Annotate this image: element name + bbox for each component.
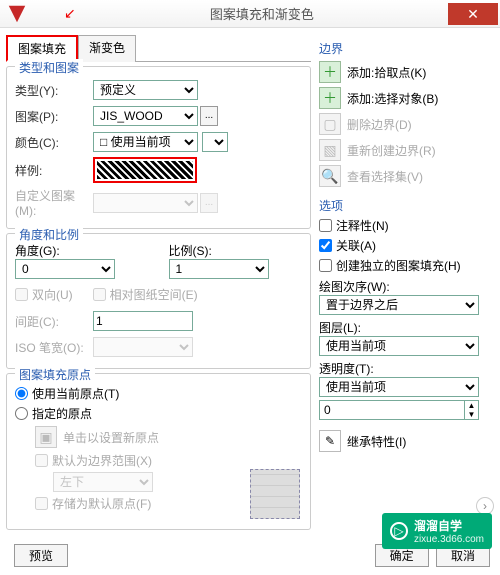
angle-select[interactable]: 0 (15, 259, 115, 279)
add-select-button[interactable]: ＋添加:选择对象(B) (319, 87, 486, 109)
layer-select[interactable]: 使用当前项 (319, 336, 479, 356)
tab-strip: 图案填充 渐变色 (6, 34, 311, 62)
pattern-label: 图案(P): (15, 108, 93, 125)
group-angle-scale: 角度和比例 角度(G): 0 比例(S): 1 双向(U) 相对图纸空间(E) … (6, 233, 311, 369)
inherit-button[interactable]: ✎ 继承特性(I) (319, 430, 486, 452)
close-button[interactable]: ✕ (448, 3, 498, 25)
scale-select[interactable]: 1 (169, 259, 269, 279)
origin-current-radio[interactable]: 使用当前原点(T) (15, 385, 302, 402)
group-type-pattern: 类型和图案 类型(Y): 预定义 图案(P): JIS_WOOD ... 颜色(… (6, 66, 311, 229)
iso-select (93, 337, 193, 357)
custom-label: 自定义图案(M): (15, 187, 93, 218)
transparency-select[interactable]: 使用当前项 (319, 377, 479, 397)
transparency-spinner[interactable]: 0 ▲▼ (319, 400, 479, 420)
associative-checkbox[interactable]: 关联(A) (319, 237, 486, 254)
relative-checkbox: 相对图纸空间(E) (93, 286, 198, 303)
recreate-boundary-button: ▧重新创建边界(R) (319, 139, 486, 161)
independent-hatch-checkbox[interactable]: 创建独立的图案填充(H) (319, 257, 486, 274)
legend-type: 类型和图案 (15, 59, 83, 76)
iso-label: ISO 笔宽(O): (15, 339, 93, 356)
custom-select (93, 193, 198, 213)
tab-hatch[interactable]: 图案填充 (6, 35, 78, 62)
spinner-up-icon[interactable]: ▲ (464, 401, 478, 410)
play-icon: ▷ (390, 522, 408, 540)
watermark: ▷ 溜溜自学 zixue.3d66.com (382, 513, 492, 549)
type-select[interactable]: 预定义 (93, 80, 198, 100)
draworder-label: 绘图次序(W): (319, 278, 486, 295)
add-pick-button[interactable]: ＋添加:拾取点(K) (319, 61, 486, 83)
origin-specified-radio[interactable]: 指定的原点 (15, 405, 302, 422)
origin-pos-select: 左下 (53, 472, 153, 492)
window-title: 图案填充和渐变色 (76, 4, 448, 23)
type-label: 类型(Y): (15, 82, 93, 99)
legend-angle: 角度和比例 (15, 226, 83, 243)
pattern-browse-button[interactable]: ... (200, 106, 218, 126)
app-icon (6, 3, 28, 25)
options-title: 选项 (319, 197, 486, 214)
spacing-input[interactable] (93, 311, 193, 331)
default-bound-checkbox: 默认为边界范围(X) (35, 452, 302, 469)
double-checkbox: 双向(U) (15, 286, 73, 303)
delete-boundary-button: ▢删除边界(D) (319, 113, 486, 135)
annotative-checkbox[interactable]: 注释性(N) (319, 217, 486, 234)
view-selection-button: 🔍查看选择集(V) (319, 165, 486, 187)
pattern-select[interactable]: JIS_WOOD (93, 106, 198, 126)
color-select[interactable]: □ 使用当前项 (93, 132, 198, 152)
transparency-label: 透明度(T): (319, 360, 486, 377)
set-origin-button: ▣单击以设置新原点 (35, 426, 302, 448)
origin-preview-tile (250, 469, 300, 519)
recreate-icon: ▧ (319, 139, 341, 161)
spinner-down-icon[interactable]: ▼ (464, 410, 478, 419)
custom-browse-button: ... (200, 193, 218, 213)
scale-label: 比例(S): (169, 242, 303, 259)
titlebar: ↙ 图案填充和渐变色 ✕ (0, 0, 500, 28)
red-arrow-annotation: ↙ (64, 5, 76, 22)
sample-label: 样例: (15, 162, 93, 179)
search-icon: 🔍 (319, 165, 341, 187)
spacing-label: 间距(C): (15, 313, 93, 330)
preview-button[interactable]: 预览 (14, 544, 68, 567)
plus-icon: ＋ (319, 61, 341, 83)
angle-label: 角度(G): (15, 242, 149, 259)
eyedropper-icon: ✎ (319, 430, 341, 452)
boundary-title: 边界 (319, 40, 486, 57)
tab-gradient[interactable]: 渐变色 (78, 35, 136, 62)
bgcolor-select[interactable]: ☑ (202, 132, 228, 152)
draworder-select[interactable]: 置于边界之后 (319, 295, 479, 315)
legend-origin: 图案填充原点 (15, 366, 95, 383)
color-label: 颜色(C): (15, 134, 93, 151)
delete-icon: ▢ (319, 113, 341, 135)
sample-highlight (93, 157, 197, 183)
sample-swatch[interactable] (97, 161, 193, 179)
plus-icon: ＋ (319, 87, 341, 109)
group-origin: 图案填充原点 使用当前原点(T) 指定的原点 ▣单击以设置新原点 默认为边界范围… (6, 373, 311, 530)
layer-label: 图层(L): (319, 319, 486, 336)
